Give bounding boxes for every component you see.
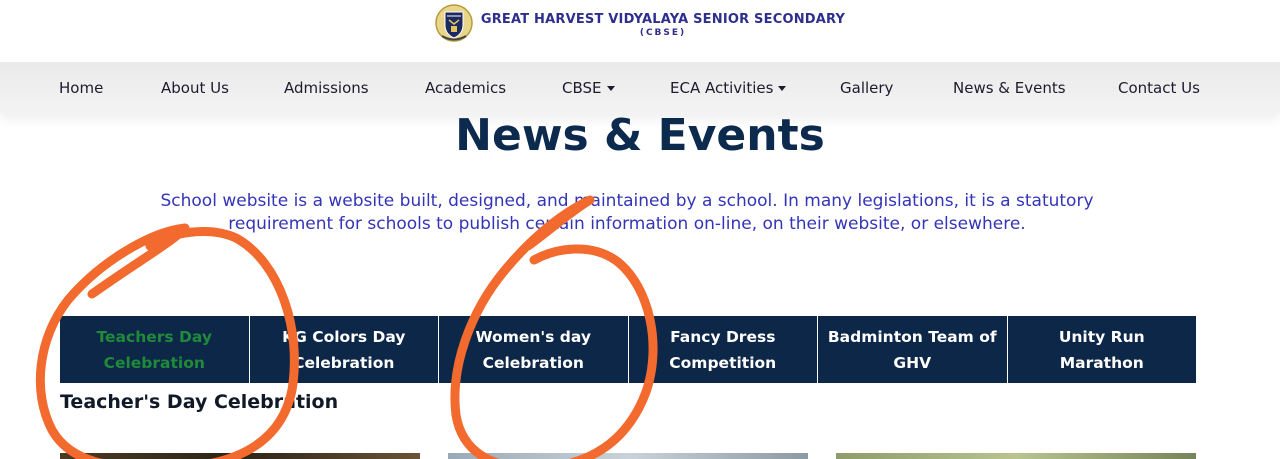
school-crest-logo <box>435 4 473 42</box>
tab-fancy-dress[interactable]: Fancy Dress Competition <box>629 316 818 383</box>
school-name: GREAT HARVEST VIDYALAYA SENIOR SECONDARY <box>480 12 846 27</box>
caret-down-icon <box>606 86 615 91</box>
nav-eca-activities-dropdown[interactable]: ECA Activities <box>670 62 787 114</box>
nav-cbse-label: CBSE <box>562 79 602 97</box>
brand-logo-link[interactable]: GREAT HARVEST VIDYALAYA SENIOR SECONDARY… <box>435 3 845 43</box>
nav-admissions[interactable]: Admissions <box>284 62 369 114</box>
nav-home[interactable]: Home <box>59 62 103 114</box>
nav-news-events[interactable]: News & Events <box>953 62 1066 114</box>
tab-womens-day[interactable]: Women's day Celebration <box>439 316 629 383</box>
nav-cbse-dropdown[interactable]: CBSE <box>562 62 615 114</box>
nav-eca-label: ECA Activities <box>670 79 774 97</box>
page: GREAT HARVEST VIDYALAYA SENIOR SECONDARY… <box>0 0 1280 459</box>
caret-down-icon <box>778 86 787 91</box>
tab-badminton-team[interactable]: Badminton Team of GHV <box>818 316 1008 383</box>
event-photo[interactable] <box>60 453 420 459</box>
tab-unity-run[interactable]: Unity Run Marathon <box>1008 316 1197 383</box>
main-navigation: Home About Us Admissions Academics CBSE … <box>0 62 1280 114</box>
tab-teachers-day[interactable]: Teachers Day Celebration <box>60 316 250 383</box>
nav-contact-us[interactable]: Contact Us <box>1118 62 1200 114</box>
page-intro-text: School website is a website built, desig… <box>160 191 1094 234</box>
nav-about-us[interactable]: About Us <box>161 62 229 114</box>
nav-gallery[interactable]: Gallery <box>840 62 893 114</box>
tab-kg-colors-day[interactable]: KG Colors Day Celebration <box>250 316 439 383</box>
school-board: (CBSE) <box>639 28 687 38</box>
nav-academics[interactable]: Academics <box>425 62 506 114</box>
event-tabs: Teachers Day Celebration KG Colors Day C… <box>60 316 1196 383</box>
event-photo[interactable] <box>836 453 1196 459</box>
site-header: GREAT HARVEST VIDYALAYA SENIOR SECONDARY… <box>0 0 1280 62</box>
section-title: Teacher's Day Celebration <box>60 391 339 413</box>
page-title: News & Events <box>455 110 825 161</box>
event-photo[interactable] <box>448 453 808 459</box>
